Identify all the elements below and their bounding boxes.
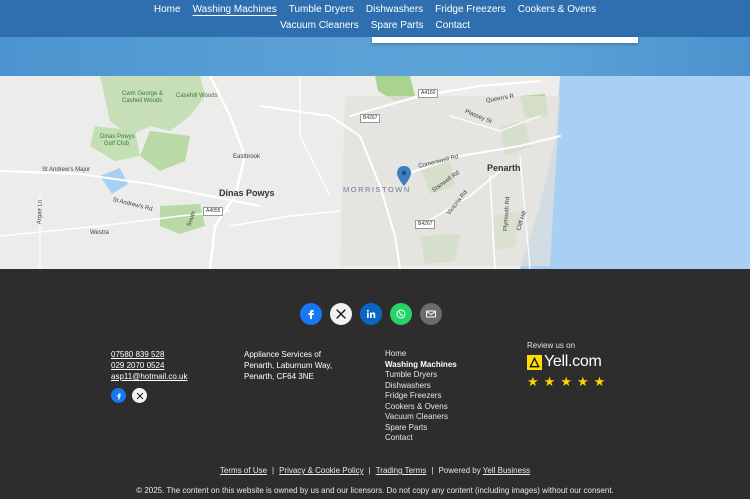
road-badge-b4267-south: B4267: [415, 220, 436, 229]
road-badge-a4160: A4160: [418, 89, 439, 98]
road-badge-b4267-north: B4267: [360, 114, 381, 123]
star-icon: ★: [576, 374, 589, 389]
map-label-argae-ln: Argae Ln: [36, 199, 44, 225]
separator: |: [272, 466, 275, 475]
footer-link-tumble-dryers[interactable]: Tumble Dryers: [385, 370, 457, 381]
map-label-cwm-george: Cwm George &: [122, 91, 164, 97]
footer-link-cookers-ovens[interactable]: Cookers & Ovens: [385, 402, 457, 413]
legal-links: Terms of Use | Privacy & Cookie Policy | Tra…: [0, 466, 750, 475]
separator: |: [431, 466, 434, 475]
address-line-3: Penarth, CF64 3NE: [244, 372, 314, 381]
yell-review-text: Review us on: [527, 341, 576, 350]
star-icon: ★: [593, 374, 606, 389]
star-icon: ★: [543, 374, 556, 389]
yell-brand: Yell.com: [544, 353, 602, 370]
map-label-penarth: Penarth: [487, 163, 521, 173]
whatsapp-icon[interactable]: [390, 303, 412, 325]
footer-link-home[interactable]: Home: [385, 349, 457, 360]
map-graphic: [0, 76, 750, 269]
linkedin-icon[interactable]: [360, 303, 382, 325]
yell-review-widget[interactable]: Review us on Yell.com ★ ★ ★ ★ ★: [527, 341, 605, 388]
nav-fridge-freezers[interactable]: Fridge Freezers: [429, 3, 512, 16]
contact-social: [111, 388, 187, 403]
trading-terms-link[interactable]: Trading Terms: [376, 466, 427, 475]
site-header: Home Washing Machines Tumble Dryers Dish…: [0, 0, 750, 37]
privacy-link[interactable]: Privacy & Cookie Policy: [279, 466, 363, 475]
road-badge-a4055: A4055: [203, 207, 224, 216]
nav-row-2: Vacuum Cleaners Spare Parts Contact: [0, 19, 750, 32]
yell-logo-icon: [527, 354, 542, 370]
email-icon[interactable]: [420, 303, 442, 325]
copyright-text: © 2025. The content on this website is o…: [136, 486, 614, 495]
nav-washing-machines[interactable]: Washing Machines: [187, 3, 283, 16]
social-links: [300, 303, 442, 325]
yell-business-link[interactable]: Yell Business: [483, 466, 530, 475]
nav-contact[interactable]: Contact: [430, 19, 476, 32]
phone-link-1[interactable]: 07580 839 528: [111, 349, 187, 360]
footer-links: Home Washing Machines Tumble Dryers Dish…: [385, 349, 457, 444]
facebook-small-icon[interactable]: [111, 388, 126, 403]
facebook-icon[interactable]: [300, 303, 322, 325]
footer-link-spare-parts[interactable]: Spare Parts: [385, 423, 457, 434]
x-small-icon[interactable]: [132, 388, 147, 403]
nav-tumble-dryers[interactable]: Tumble Dryers: [283, 3, 360, 16]
x-icon[interactable]: [330, 303, 352, 325]
contact-details: 07580 839 528 029 2070 0524 asp11@hotmai…: [111, 349, 187, 403]
map-label-eastbrook: Eastbrook: [233, 154, 261, 160]
map-label-golf-1: Dinas Powys: [100, 134, 135, 140]
powered-by-text: Powered by: [438, 466, 481, 475]
nav-row-1: Home Washing Machines Tumble Dryers Dish…: [0, 3, 750, 16]
separator: |: [368, 466, 371, 475]
map-label-casehill-woods: Casehill Woods: [176, 93, 218, 99]
phone-link-2[interactable]: 029 2070 0524: [111, 360, 187, 371]
address-line-2: Penarth, Laburnum Way,: [244, 361, 333, 370]
content-card-edge: [372, 37, 638, 43]
footer-link-contact[interactable]: Contact: [385, 433, 457, 444]
star-icon: ★: [560, 374, 572, 389]
map-label-westra: Westra: [90, 230, 109, 236]
map-label-st-andrews-major: St Andrew's Major: [42, 167, 91, 173]
map-embed[interactable]: Cwm George & Cashell Woods Casehill Wood…: [0, 76, 750, 269]
nav-dishwashers[interactable]: Dishwashers: [360, 3, 429, 16]
map-label-golf-2: Golf Club: [104, 141, 130, 147]
business-address: Appliance Services of Penarth, Laburnum …: [244, 349, 332, 382]
map-label-dinas-powys: Dinas Powys: [219, 188, 275, 198]
footer-link-washing-machines[interactable]: Washing Machines: [385, 360, 457, 371]
yell-stars: ★ ★ ★ ★ ★: [527, 375, 605, 388]
footer-link-dishwashers[interactable]: Dishwashers: [385, 381, 457, 392]
map-label-morristown: MORRISTOWN: [343, 185, 411, 194]
nav-vacuum-cleaners[interactable]: Vacuum Cleaners: [274, 19, 365, 32]
map-label-cashell-woods: Cashell Woods: [122, 98, 163, 104]
star-icon: ★: [527, 374, 539, 389]
nav-spare-parts[interactable]: Spare Parts: [365, 19, 430, 32]
nav-cookers-ovens[interactable]: Cookers & Ovens: [512, 3, 602, 16]
yell-logo: Yell.com: [527, 353, 605, 371]
address-line-1: Appliance Services of: [244, 350, 321, 359]
footer-link-fridge-freezers[interactable]: Fridge Freezers: [385, 391, 457, 402]
terms-link[interactable]: Terms of Use: [220, 466, 267, 475]
nav-home[interactable]: Home: [148, 3, 187, 16]
email-link[interactable]: asp11@hotmail.co.uk: [111, 371, 187, 382]
footer-link-vacuum-cleaners[interactable]: Vacuum Cleaners: [385, 412, 457, 423]
